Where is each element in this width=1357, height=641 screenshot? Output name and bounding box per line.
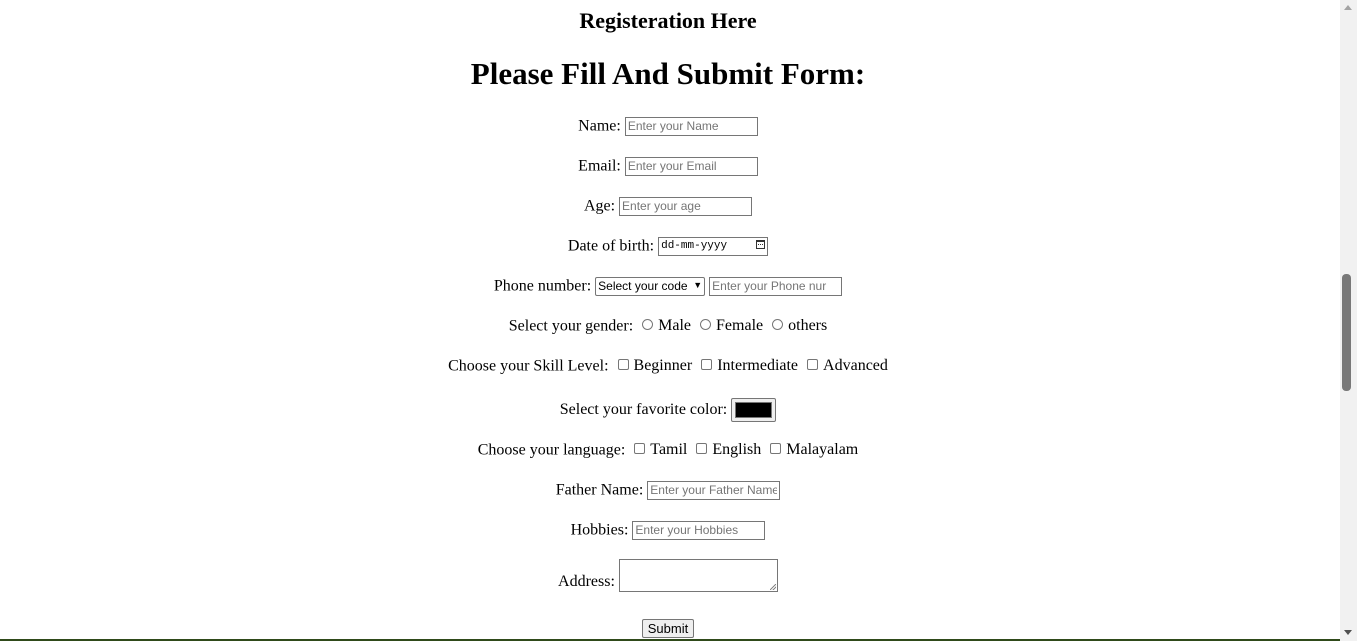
skill-beginner-checkbox[interactable]: [617, 359, 629, 371]
name-input[interactable]: [624, 116, 758, 136]
page-title: Registeration Here: [579, 8, 757, 33]
father-label: Father Name:: [555, 481, 644, 499]
dob-input[interactable]: dd-mm-yyyy: [658, 236, 769, 256]
dob-row: Date of birth: dd-mm-yyyy: [0, 236, 1336, 256]
gender-others-label: others: [788, 317, 828, 334]
hobbies-row: Hobbies:: [0, 520, 1336, 540]
submit-row: Submit: [0, 619, 1336, 639]
color-picker[interactable]: [731, 398, 777, 422]
scroll-up-arrow-icon[interactable]: [1344, 5, 1352, 10]
browser-viewport: Registeration Here Please Fill And Submi…: [0, 0, 1340, 639]
skill-label: Choose your Skill Level:: [448, 357, 609, 375]
language-row: Choose your language: Tamil English Mala…: [0, 440, 1336, 460]
address-row: Address:: [0, 559, 1336, 592]
hobbies-input[interactable]: [632, 520, 766, 540]
phone-input[interactable]: [709, 276, 843, 296]
calendar-icon[interactable]: [756, 239, 766, 249]
age-input[interactable]: [619, 196, 753, 216]
gender-male-label: Male: [658, 317, 692, 334]
vertical-scrollbar[interactable]: [1340, 0, 1357, 641]
skill-row: Choose your Skill Level: Beginner Interm…: [0, 356, 1336, 376]
language-english-label: English: [712, 441, 762, 458]
skill-beginner-label: Beginner: [633, 357, 693, 374]
skill-advanced-checkbox[interactable]: [807, 359, 819, 371]
email-label: Email:: [578, 157, 621, 175]
gender-label: Select your gender:: [508, 317, 634, 335]
address-textarea[interactable]: [618, 559, 778, 592]
hobbies-label: Hobbies:: [570, 521, 629, 539]
language-malayalam-label: Malayalam: [786, 441, 859, 458]
phone-row: Phone number: Select your code ▼: [0, 276, 1336, 296]
country-code-value: Select your code: [598, 278, 688, 293]
color-label: Select your favorite color:: [559, 401, 728, 418]
scroll-down-arrow-icon[interactable]: [1344, 630, 1352, 635]
age-row: Age:: [0, 196, 1336, 216]
gender-female-label: Female: [716, 317, 764, 334]
dob-label: Date of birth:: [567, 237, 655, 255]
language-tamil-checkbox[interactable]: [634, 443, 646, 455]
phone-label: Phone number:: [493, 277, 592, 295]
gender-female-radio[interactable]: [700, 319, 712, 331]
father-name-input[interactable]: [647, 480, 781, 500]
language-malayalam-checkbox[interactable]: [770, 443, 782, 455]
form-heading: Please Fill And Submit Form:: [470, 56, 866, 91]
address-label: Address:: [558, 573, 615, 590]
name-label: Name:: [578, 117, 621, 135]
country-code-select[interactable]: Select your code ▼: [595, 276, 706, 296]
skill-advanced-label: Advanced: [823, 357, 888, 374]
skill-intermediate-checkbox[interactable]: [701, 359, 713, 371]
dob-placeholder: dd-mm-yyyy: [661, 239, 728, 252]
language-tamil-label: Tamil: [650, 441, 688, 458]
father-row: Father Name:: [0, 480, 1336, 500]
language-label: Choose your language:: [477, 441, 626, 459]
email-input[interactable]: [624, 156, 758, 176]
chevron-down-icon: ▼: [693, 279, 703, 290]
skill-intermediate-label: Intermediate: [717, 357, 799, 374]
gender-male-radio[interactable]: [642, 319, 654, 331]
color-row: Select your favorite color:: [0, 398, 1336, 422]
language-english-checkbox[interactable]: [696, 443, 708, 455]
email-row: Email:: [0, 156, 1336, 176]
gender-row: Select your gender: Male Female others: [0, 316, 1336, 336]
gender-others-radio[interactable]: [772, 319, 784, 331]
scroll-thumb[interactable]: [1342, 274, 1351, 391]
color-swatch: [735, 402, 773, 418]
submit-button[interactable]: Submit: [641, 619, 695, 638]
name-row: Name:: [0, 116, 1336, 136]
age-label: Age:: [583, 197, 616, 215]
resize-grip-icon[interactable]: [769, 584, 776, 590]
